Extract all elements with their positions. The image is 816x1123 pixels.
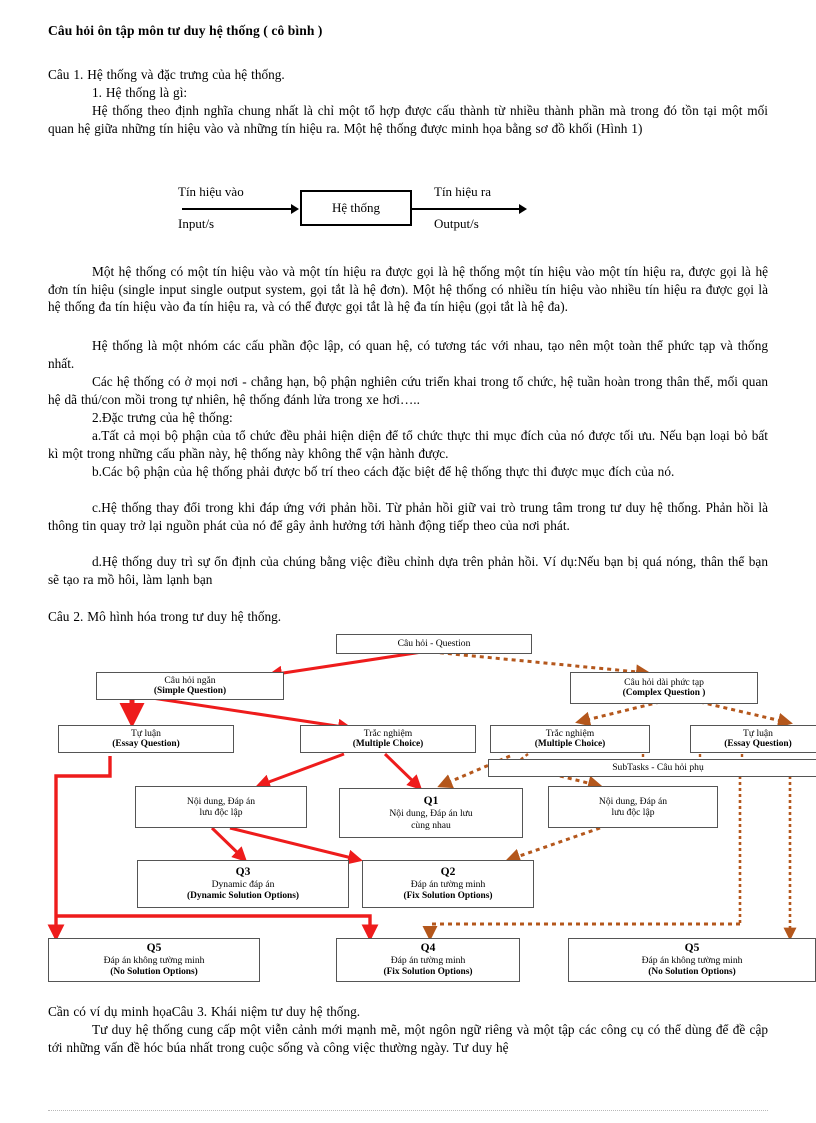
document-page: Câu hỏi ôn tập môn tư duy hệ thống ( cô … — [0, 0, 816, 1123]
flow-node-simple-line1: Câu hỏi ngắn — [164, 674, 216, 686]
flow-node-noidung-right-line2: lưu độc lập — [611, 807, 655, 818]
flow-node-q5-right-line2: (No Solution Options) — [648, 966, 736, 977]
figure1-output-label-vn: Tín hiệu ra — [434, 184, 492, 199]
figure1-output-arrow-line — [412, 208, 520, 210]
flowchart-mo-hinh-hoa: Câu hỏi - Question Câu hỏi ngắn (Simple … — [0, 628, 816, 994]
flow-node-q5-left-line2: (No Solution Options) — [110, 966, 198, 977]
flow-node-q3-line2: (Dynamic Solution Options) — [187, 890, 299, 901]
flow-node-subtasks-label: SubTasks - Câu hỏi phụ — [612, 762, 704, 774]
flow-node-q1[interactable]: Q1 Nội dung, Đáp án lưu cùng nhau — [339, 788, 523, 838]
flow-node-q4-code: Q4 — [420, 942, 436, 954]
flow-node-q5-right-line1: Đáp án không tường minh — [641, 955, 743, 966]
flow-node-simple-question[interactable]: Câu hỏi ngắn (Simple Question) — [96, 672, 284, 700]
flow-node-noidung-left[interactable]: Nội dung, Đáp án lưu độc lập — [135, 786, 307, 828]
flow-node-essay-left-line2: (Essay Question) — [112, 739, 180, 749]
paragraph-dinh-nghia: Hệ thống theo định nghĩa chung nhất là c… — [48, 103, 768, 136]
flow-node-complex-question[interactable]: Câu hỏi dài phức tạp (Complex Question ) — [570, 672, 758, 704]
flow-node-subtasks[interactable]: SubTasks - Câu hỏi phụ — [488, 759, 816, 777]
flow-node-q1-line2: cùng nhau — [411, 819, 451, 831]
paragraph-dac-trung-a: a.Tất cả mọi bộ phận của tổ chức đều phả… — [48, 428, 768, 461]
figure1-system-box: Hệ thống — [300, 190, 412, 226]
flow-node-complex-line1: Câu hỏi dài phức tạp — [624, 676, 704, 688]
flow-node-noidung-right-line1: Nội dung, Đáp án — [598, 795, 668, 807]
figure1-input-label-vn: Tín hiệu vào — [178, 184, 244, 199]
figure1-output-label-en: Output/s — [434, 216, 479, 231]
paragraph-moi-noi: Các hệ thống có ở mọi nơi - chẳng hạn, b… — [48, 374, 768, 407]
flow-node-q2[interactable]: Q2 Đáp án tường minh (Fix Solution Optio… — [362, 860, 534, 908]
flow-node-essay-right-line2: (Essay Question) — [724, 739, 792, 749]
flow-node-q4[interactable]: Q4 Đáp án tường minh (Fix Solution Optio… — [336, 938, 520, 982]
flow-node-simple-line2: (Simple Question) — [153, 686, 227, 696]
flow-node-q2-code: Q2 — [440, 866, 456, 878]
figure1-input-arrow-line — [182, 208, 292, 210]
flow-node-noidung-left-line1: Nội dung, Đáp án — [186, 795, 256, 807]
paragraph-dac-trung-heading: 2.Đặc trưng của hệ thống: — [92, 410, 233, 425]
flow-node-multiple-choice-right[interactable]: Trắc nghiệm (Multiple Choice) — [490, 725, 650, 753]
paragraph-cau1: Câu 1. Hệ thống và đặc trưng của hệ thốn… — [48, 67, 285, 82]
flow-node-noidung-right[interactable]: Nội dung, Đáp án lưu độc lập — [548, 786, 718, 828]
flow-node-essay-left[interactable]: Tự luận (Essay Question) — [58, 725, 234, 753]
flow-node-q5-left-code: Q5 — [146, 942, 162, 954]
flow-node-q1-code: Q1 — [423, 795, 439, 807]
paragraph-nhom-cau-phan: Hệ thống là một nhóm các cấu phần độc lậ… — [48, 338, 768, 371]
flow-node-q5-right[interactable]: Q5 Đáp án không tường minh (No Solution … — [568, 938, 816, 982]
flow-node-root[interactable]: Câu hỏi - Question — [336, 634, 532, 654]
paragraph-dac-trung-d: d.Hệ thống duy trì sự ổn định của chúng … — [48, 554, 768, 587]
flow-node-root-label: Câu hỏi - Question — [397, 638, 471, 650]
figure1-input-label-en: Input/s — [178, 216, 215, 231]
figure1-system-label: Hệ thống — [331, 200, 381, 215]
paragraph-cau3: Cần có ví dụ minh họaCâu 3. Khái niệm tư… — [48, 1004, 361, 1019]
flow-node-q3-code: Q3 — [235, 866, 251, 878]
figure-block-diagram: Tín hiệu vào Input/s Hệ thống Tín hiệu r… — [150, 178, 570, 246]
flow-node-mc-right-line2: (Multiple Choice) — [534, 739, 606, 749]
flow-node-noidung-left-line2: lưu độc lập — [199, 807, 243, 818]
flow-node-complex-line2: (Complex Question ) — [622, 688, 706, 698]
page-title: Câu hỏi ôn tập môn tư duy hệ thống ( cô … — [48, 23, 323, 38]
figure1-output-arrowhead — [519, 204, 527, 214]
flow-node-q2-line2: (Fix Solution Options) — [403, 890, 493, 901]
flow-node-mc-left-line1: Trắc nghiệm — [363, 727, 413, 739]
flow-node-mc-left-line2: (Multiple Choice) — [352, 739, 424, 749]
paragraph-mot-he-thong: Một hệ thống có một tín hiệu vào và một … — [48, 264, 768, 315]
figure1-input-arrowhead — [291, 204, 299, 214]
flow-node-essay-right-line1: Tự luận — [743, 727, 773, 739]
flow-node-mc-right-line1: Trắc nghiệm — [545, 727, 595, 739]
paragraph-he-thong-la-gi: 1. Hệ thống là gì: — [92, 85, 188, 100]
paragraph-tu-duy-he-thong: Tư duy hệ thống cung cấp một viễn cảnh m… — [48, 1022, 768, 1055]
paragraph-cau2: Câu 2. Mô hình hóa trong tư duy hệ thống… — [48, 609, 282, 624]
flow-node-q5-left[interactable]: Q5 Đáp án không tường minh (No Solution … — [48, 938, 260, 982]
flow-node-essay-right[interactable]: Tự luận (Essay Question) — [690, 725, 816, 753]
paragraph-dac-trung-b: b.Các bộ phận của hệ thống phải được bố … — [92, 464, 675, 479]
flow-node-q3-line1: Dynamic đáp án — [211, 879, 275, 890]
flow-node-q1-line1: Nội dung, Đáp án lưu — [389, 808, 473, 819]
flow-node-q5-left-line1: Đáp án không tường minh — [103, 955, 205, 966]
paragraph-dac-trung-c: c.Hệ thống thay đổi trong khi đáp ứng vớ… — [48, 500, 768, 533]
flow-node-q2-line1: Đáp án tường minh — [410, 879, 486, 890]
flow-node-multiple-choice-left[interactable]: Trắc nghiệm (Multiple Choice) — [300, 725, 476, 753]
flow-node-q4-line2: (Fix Solution Options) — [383, 966, 473, 977]
flow-node-q4-line1: Đáp án tường minh — [390, 955, 466, 966]
footer-divider — [48, 1110, 768, 1111]
flow-node-q3[interactable]: Q3 Dynamic đáp án (Dynamic Solution Opti… — [137, 860, 349, 908]
flow-node-q5-right-code: Q5 — [684, 942, 700, 954]
flow-node-essay-left-line1: Tự luận — [131, 727, 161, 739]
